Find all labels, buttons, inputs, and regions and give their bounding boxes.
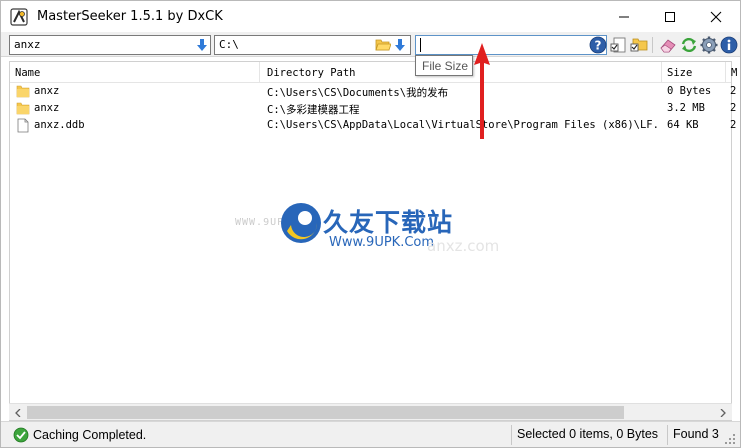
check-document-icon[interactable] <box>610 36 628 54</box>
svg-text:?: ? <box>595 39 602 53</box>
check-circle-icon <box>13 427 29 443</box>
blue-down-arrow-icon[interactable] <box>394 38 406 52</box>
folder-icon <box>16 85 30 98</box>
text-caret <box>420 38 421 52</box>
row-name: anxz.ddb <box>34 119 85 131</box>
row-name: anxz <box>34 85 60 97</box>
help-icon[interactable]: ? <box>589 36 607 54</box>
refresh-icon[interactable] <box>680 36 698 54</box>
horizontal-scrollbar[interactable] <box>9 403 732 420</box>
maximize-icon <box>665 11 675 22</box>
status-found-count: Found 3 <box>673 427 719 441</box>
folder-icon <box>16 102 30 115</box>
table-row[interactable]: anxz C:\Users\CS\Documents\我的发布 0 Bytes … <box>10 84 736 101</box>
app-logo-icon <box>10 8 28 26</box>
path-value: C:\ <box>219 38 239 51</box>
row-directory: C:\多彩建模器工程 <box>267 104 360 116</box>
close-button[interactable] <box>693 1 739 32</box>
info-icon[interactable] <box>720 36 738 54</box>
row-name: anxz <box>34 102 60 114</box>
minimize-button[interactable] <box>601 1 647 32</box>
scroll-left-button[interactable] <box>9 404 26 421</box>
status-separator <box>667 425 668 445</box>
search-input[interactable] <box>415 35 607 55</box>
file-icon <box>17 118 29 133</box>
scroll-thumb[interactable] <box>27 406 624 419</box>
path-combo[interactable]: C:\ <box>214 35 411 55</box>
window-title: MasterSeeker 1.5.1 by DxCK <box>37 9 223 24</box>
open-folder-icon[interactable] <box>375 37 391 52</box>
red-arrow-annotation <box>474 43 490 139</box>
status-bar: Caching Completed. Selected 0 items, 0 B… <box>1 421 740 447</box>
chevron-right-icon <box>720 408 726 417</box>
tooltip: File Size <box>415 55 473 76</box>
gear-icon[interactable] <box>700 36 718 54</box>
app-window: MasterSeeker 1.5.1 by DxCK anxz C:\ ? Fi… <box>0 0 741 448</box>
name-filter-combo[interactable]: anxz <box>9 35 211 55</box>
row-size: 3.2 MB <box>667 102 705 114</box>
column-modified[interactable]: M <box>726 62 738 83</box>
status-message: Caching Completed. <box>33 428 147 442</box>
results-list[interactable]: Name Directory Path Size M anxz C:\Users… <box>9 61 737 421</box>
title-bar: MasterSeeker 1.5.1 by DxCK <box>1 1 740 32</box>
resize-grip-icon[interactable] <box>724 433 736 445</box>
row-size: 64 KB <box>667 119 699 131</box>
toolbar: anxz C:\ ? <box>1 32 740 57</box>
scroll-right-button[interactable] <box>714 404 731 421</box>
row-modified: 2 <box>730 102 737 114</box>
blue-down-arrow-icon[interactable] <box>196 38 208 52</box>
eraser-icon[interactable] <box>659 36 677 54</box>
close-icon <box>710 11 722 22</box>
row-directory: C:\Users\CS\AppData\Local\VirtualStore\P… <box>267 119 659 131</box>
check-folder-icon[interactable] <box>630 36 648 54</box>
status-selected: Selected 0 items, 0 Bytes <box>517 427 659 441</box>
chevron-left-icon <box>14 408 20 417</box>
toolbar-separator <box>652 37 653 53</box>
status-separator <box>511 425 512 445</box>
row-directory: C:\Users\CS\Documents\我的发布 <box>267 87 449 99</box>
minimize-icon <box>619 16 629 17</box>
column-name[interactable]: Name <box>10 62 260 83</box>
maximize-button[interactable] <box>647 1 693 32</box>
column-size[interactable]: Size <box>662 62 726 83</box>
table-row[interactable]: anxz.ddb C:\Users\CS\AppData\Local\Virtu… <box>10 118 736 135</box>
row-modified: 2 <box>730 119 737 131</box>
column-header: Name Directory Path Size M <box>10 62 737 83</box>
table-row[interactable]: anxz C:\多彩建模器工程 3.2 MB 2 <box>10 101 736 118</box>
row-modified: 2 <box>730 85 737 97</box>
name-filter-value: anxz <box>14 38 41 51</box>
row-size: 0 Bytes <box>667 85 712 97</box>
